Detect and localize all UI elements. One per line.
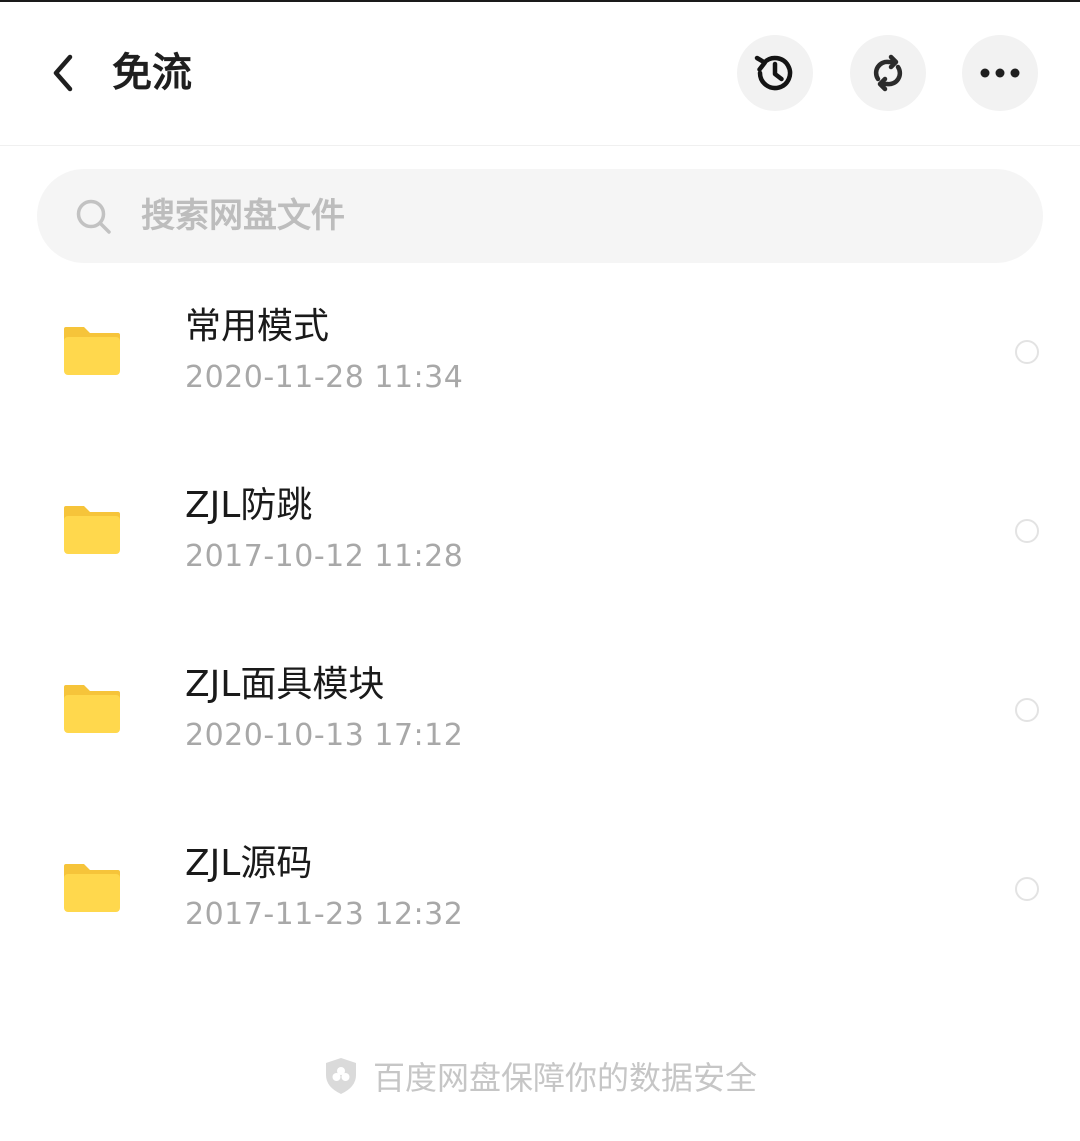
folder-date: 2017-11-23 12:32 [185, 897, 464, 932]
select-radio[interactable] [1015, 877, 1039, 901]
folder-date: 2017-10-12 11:28 [185, 539, 464, 574]
list-item[interactable]: ZJL防跳 2017-10-12 11:28 [0, 441, 1080, 620]
folder-name: ZJL防跳 [185, 485, 313, 526]
list-item[interactable]: ZJL源码 2017-11-23 12:32 [0, 799, 1080, 978]
file-list-screen: 免流 搜索网盘文件 常用模式 2020-11-28 11:34 ZJL防跳 20… [0, 0, 1080, 1141]
list-item[interactable]: 常用模式 2020-11-28 11:34 [0, 262, 1080, 441]
folder-date: 2020-11-28 11:34 [185, 360, 464, 395]
more-dots-icon [980, 68, 1020, 78]
more-button[interactable] [962, 35, 1038, 111]
folder-date: 2020-10-13 17:12 [185, 718, 464, 753]
search-input[interactable]: 搜索网盘文件 [37, 169, 1043, 263]
security-footer: 百度网盘保障你的数据安全 [0, 1052, 1080, 1100]
search-icon [76, 199, 111, 234]
footer-text: 百度网盘保障你的数据安全 [372, 1059, 757, 1097]
history-button[interactable] [737, 35, 813, 111]
back-button[interactable] [36, 46, 90, 100]
folder-name: ZJL面具模块 [185, 664, 385, 705]
folder-icon [64, 506, 120, 554]
folder-icon [64, 864, 120, 912]
sync-button[interactable] [850, 35, 926, 111]
history-clock-icon [754, 55, 793, 91]
folder-icon [64, 327, 120, 375]
search-placeholder: 搜索网盘文件 [141, 196, 345, 236]
header: 免流 [0, 0, 1080, 146]
sync-icon [873, 54, 903, 92]
select-radio[interactable] [1015, 698, 1039, 722]
folder-name: 常用模式 [185, 306, 330, 347]
select-radio[interactable] [1015, 519, 1039, 543]
folder-name: ZJL源码 [185, 843, 313, 884]
page-title: 免流 [112, 50, 192, 96]
select-radio[interactable] [1015, 340, 1039, 364]
back-chevron-icon [53, 54, 73, 92]
list-item[interactable]: ZJL面具模块 2020-10-13 17:12 [0, 620, 1080, 799]
shield-icon [325, 1058, 356, 1094]
folder-icon [64, 685, 120, 733]
